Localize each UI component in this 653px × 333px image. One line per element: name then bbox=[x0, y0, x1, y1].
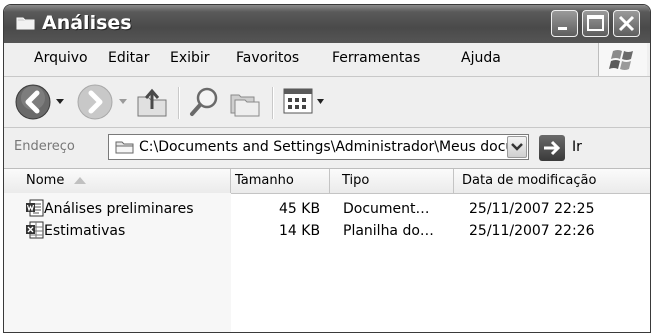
menu-favoritos[interactable]: Favoritos bbox=[236, 50, 299, 66]
sort-ascending-icon bbox=[74, 177, 86, 184]
search-icon bbox=[190, 87, 218, 116]
column-header-tamanho[interactable]: Tamanho bbox=[231, 169, 330, 193]
close-button[interactable] bbox=[613, 10, 640, 37]
standard-toolbar bbox=[4, 77, 650, 128]
explorer-window: Análises Arquivo Editar Exibir Favoritos… bbox=[3, 4, 651, 333]
forward-arrow-icon bbox=[77, 84, 113, 120]
address-dropdown-button[interactable] bbox=[507, 136, 527, 158]
menu-ferramentas[interactable]: Ferramentas bbox=[332, 50, 420, 66]
menu-arquivo[interactable]: Arquivo bbox=[34, 50, 88, 66]
column-header-tipo[interactable]: Tipo bbox=[330, 169, 454, 193]
file-name: Estimativas bbox=[44, 223, 126, 239]
file-type: Document… bbox=[343, 201, 430, 217]
views-button[interactable] bbox=[282, 87, 326, 121]
go-arrow-icon bbox=[544, 140, 561, 156]
file-modified: 25/11/2007 22:25 bbox=[469, 201, 595, 217]
window-title: Análises bbox=[42, 12, 132, 34]
windows-flag-icon bbox=[609, 50, 633, 70]
address-label: Endereço bbox=[14, 139, 75, 154]
column-label: Data de modificação bbox=[462, 173, 597, 188]
menu-ajuda[interactable]: Ajuda bbox=[461, 50, 501, 66]
file-size: 14 KB bbox=[279, 223, 321, 239]
file-type: Planilha do… bbox=[343, 223, 434, 239]
address-value: C:\Documents and Settings\Administrador\… bbox=[139, 139, 528, 155]
back-button[interactable] bbox=[14, 83, 52, 125]
title-bar[interactable]: Análises bbox=[4, 5, 650, 43]
forward-button[interactable] bbox=[76, 83, 114, 125]
up-folder-button[interactable] bbox=[134, 85, 170, 123]
minimize-icon bbox=[558, 27, 567, 30]
file-row[interactable]: Análises preliminares 45 KB Document… 25… bbox=[4, 199, 650, 221]
folder-icon bbox=[115, 141, 134, 154]
column-header-data[interactable]: Data de modificação bbox=[454, 169, 650, 193]
file-modified: 25/11/2007 22:26 bbox=[469, 223, 595, 239]
menu-bar: Arquivo Editar Exibir Favoritos Ferramen… bbox=[4, 43, 650, 77]
folder-icon bbox=[16, 17, 35, 30]
file-name: Análises preliminares bbox=[44, 201, 194, 217]
folders-icon bbox=[230, 94, 260, 117]
file-list[interactable]: Nome Tamanho Tipo Data de modificação An… bbox=[4, 169, 650, 332]
chevron-down-icon bbox=[511, 143, 523, 151]
go-button[interactable] bbox=[539, 135, 565, 161]
windows-logo bbox=[598, 43, 647, 76]
back-dropdown-icon[interactable] bbox=[56, 99, 64, 105]
maximize-icon bbox=[587, 15, 604, 31]
forward-dropdown-icon[interactable] bbox=[119, 99, 127, 105]
address-input[interactable]: C:\Documents and Settings\Administrador\… bbox=[108, 134, 529, 160]
column-label: Tamanho bbox=[235, 173, 294, 188]
column-header-row: Nome Tamanho Tipo Data de modificação bbox=[4, 169, 650, 194]
column-label: Tipo bbox=[342, 173, 370, 188]
go-label[interactable]: Ir bbox=[572, 139, 582, 155]
column-header-nome[interactable]: Nome bbox=[4, 169, 231, 193]
address-bar: Endereço C:\Documents and Settings\Admin… bbox=[4, 128, 650, 169]
search-button[interactable] bbox=[188, 85, 222, 123]
close-icon bbox=[618, 15, 635, 32]
column-label: Nome bbox=[26, 173, 65, 188]
toolbar-separator bbox=[272, 87, 274, 119]
folders-button[interactable] bbox=[228, 85, 262, 123]
excel-spreadsheet-icon bbox=[26, 221, 44, 239]
file-size: 45 KB bbox=[279, 201, 321, 217]
up-folder-icon bbox=[137, 88, 167, 117]
back-arrow-icon bbox=[15, 84, 51, 120]
menu-editar[interactable]: Editar bbox=[108, 50, 149, 66]
toolbar-separator bbox=[178, 87, 180, 119]
file-row[interactable]: Estimativas 14 KB Planilha do… 25/11/200… bbox=[4, 221, 650, 243]
minimize-button[interactable] bbox=[551, 10, 578, 37]
word-document-icon bbox=[26, 199, 44, 217]
menu-exibir[interactable]: Exibir bbox=[170, 50, 210, 66]
maximize-button[interactable] bbox=[582, 10, 609, 37]
views-icon bbox=[283, 88, 324, 114]
